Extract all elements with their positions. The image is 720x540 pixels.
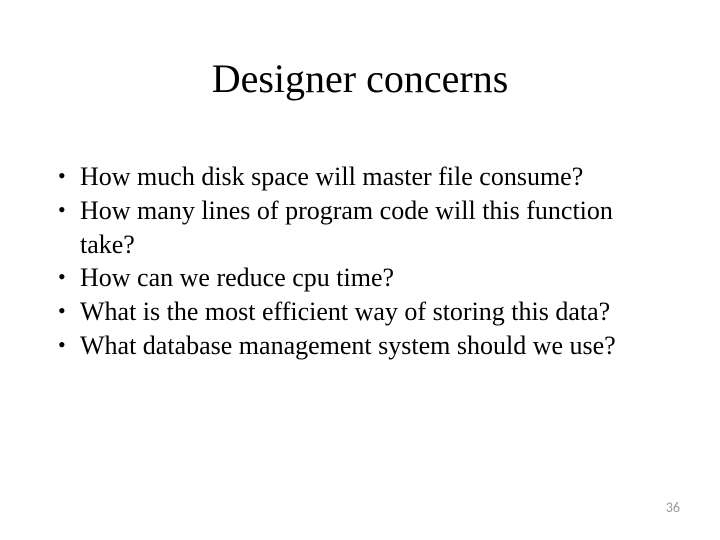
- list-item: How can we reduce cpu time?: [50, 261, 670, 295]
- slide: Designer concerns How much disk space wi…: [0, 0, 720, 540]
- page-number: 36: [666, 499, 680, 516]
- list-item: What is the most efficient way of storin…: [50, 295, 670, 329]
- list-item: What database management system should w…: [50, 329, 670, 363]
- bullet-list: How much disk space will master file con…: [50, 160, 670, 363]
- slide-title: Designer concerns: [0, 55, 720, 102]
- list-item: How many lines of program code will this…: [50, 194, 670, 262]
- list-item: How much disk space will master file con…: [50, 160, 670, 194]
- slide-body: How much disk space will master file con…: [50, 160, 670, 363]
